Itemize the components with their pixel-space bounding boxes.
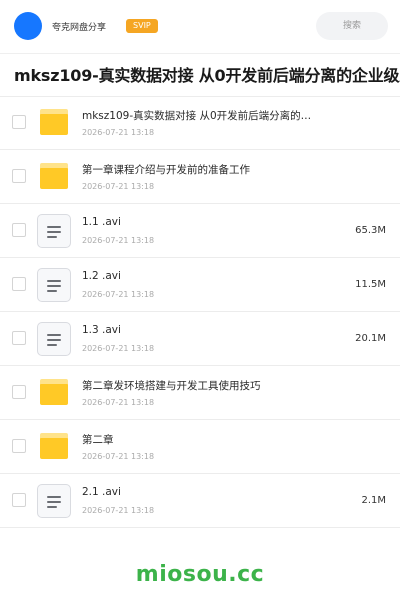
search-input[interactable]: 搜索 [316, 12, 388, 40]
item-date: 2026-07-21 13:18 [82, 344, 155, 353]
item-name: 2.1 .avi [82, 486, 121, 498]
video-file-icon [37, 484, 71, 518]
item-date: 2026-07-21 13:18 [82, 506, 155, 515]
list-item[interactable]: 第二章 2026-07-21 13:18 [0, 420, 400, 474]
item-name: 第二章 [82, 434, 114, 446]
avatar[interactable] [14, 12, 42, 40]
item-date: 2026-07-21 13:18 [82, 398, 155, 407]
item-name: mksz109-真实数据对接 从0开发前后端分离的… [82, 110, 312, 122]
list-item[interactable]: 第一章课程介绍与开发前的准备工作 2026-07-21 13:18 [0, 150, 400, 204]
item-checkbox[interactable] [12, 331, 26, 345]
file-list: mksz109-真实数据对接 从0开发前后端分离的… 2026-07-21 13… [0, 96, 400, 528]
folder-icon [40, 163, 68, 189]
item-name: 第二章发环境搭建与开发工具使用技巧 [82, 380, 261, 392]
item-size: 65.3M [355, 225, 386, 236]
list-item[interactable]: 1.3 .avi 2026-07-21 13:18 20.1M [0, 312, 400, 366]
item-checkbox[interactable] [12, 493, 26, 507]
item-size: 20.1M [355, 333, 386, 344]
item-checkbox[interactable] [12, 115, 26, 129]
list-item[interactable]: 1.1 .avi 2026-07-21 13:18 65.3M [0, 204, 400, 258]
svip-badge: SVIP [126, 19, 158, 33]
item-checkbox[interactable] [12, 385, 26, 399]
item-date: 2026-07-21 13:18 [82, 236, 155, 245]
item-date: 2026-07-21 13:18 [82, 290, 155, 299]
list-item[interactable]: 第二章发环境搭建与开发工具使用技巧 2026-07-21 13:18 [0, 366, 400, 420]
item-name: 1.2 .avi [82, 270, 121, 282]
folder-icon [40, 109, 68, 135]
brand-name: 夸克网盘分享 [52, 22, 107, 33]
video-file-icon [37, 322, 71, 356]
item-name: 1.3 .avi [82, 324, 121, 336]
video-file-icon [37, 268, 71, 302]
video-file-icon [37, 214, 71, 248]
item-date: 2026-07-21 13:18 [82, 128, 155, 137]
item-size: 11.5M [355, 279, 386, 290]
item-name: 第一章课程介绍与开发前的准备工作 [82, 164, 250, 176]
list-item[interactable]: 1.2 .avi 2026-07-21 13:18 11.5M [0, 258, 400, 312]
item-date: 2026-07-21 13:18 [82, 452, 155, 461]
header: 夸克网盘分享 SVIP 搜索 [0, 0, 400, 52]
folder-icon [40, 379, 68, 405]
folder-icon [40, 433, 68, 459]
item-checkbox[interactable] [12, 277, 26, 291]
item-checkbox[interactable] [12, 169, 26, 183]
item-size: 2.1M [361, 495, 386, 506]
item-name: 1.1 .avi [82, 216, 121, 228]
item-date: 2026-07-21 13:18 [82, 182, 155, 191]
page-title: mksz109-真实数据对接 从0开发前后端分离的企业级上线项目 [14, 66, 400, 85]
item-checkbox[interactable] [12, 439, 26, 453]
list-item[interactable]: 2.1 .avi 2026-07-21 13:18 2.1M [0, 474, 400, 528]
watermark-text: miosou.cc [135, 562, 265, 587]
list-item[interactable]: mksz109-真实数据对接 从0开发前后端分离的… 2026-07-21 13… [0, 96, 400, 150]
page-title-bar: mksz109-真实数据对接 从0开发前后端分离的企业级上线项目 [0, 53, 400, 97]
item-checkbox[interactable] [12, 223, 26, 237]
